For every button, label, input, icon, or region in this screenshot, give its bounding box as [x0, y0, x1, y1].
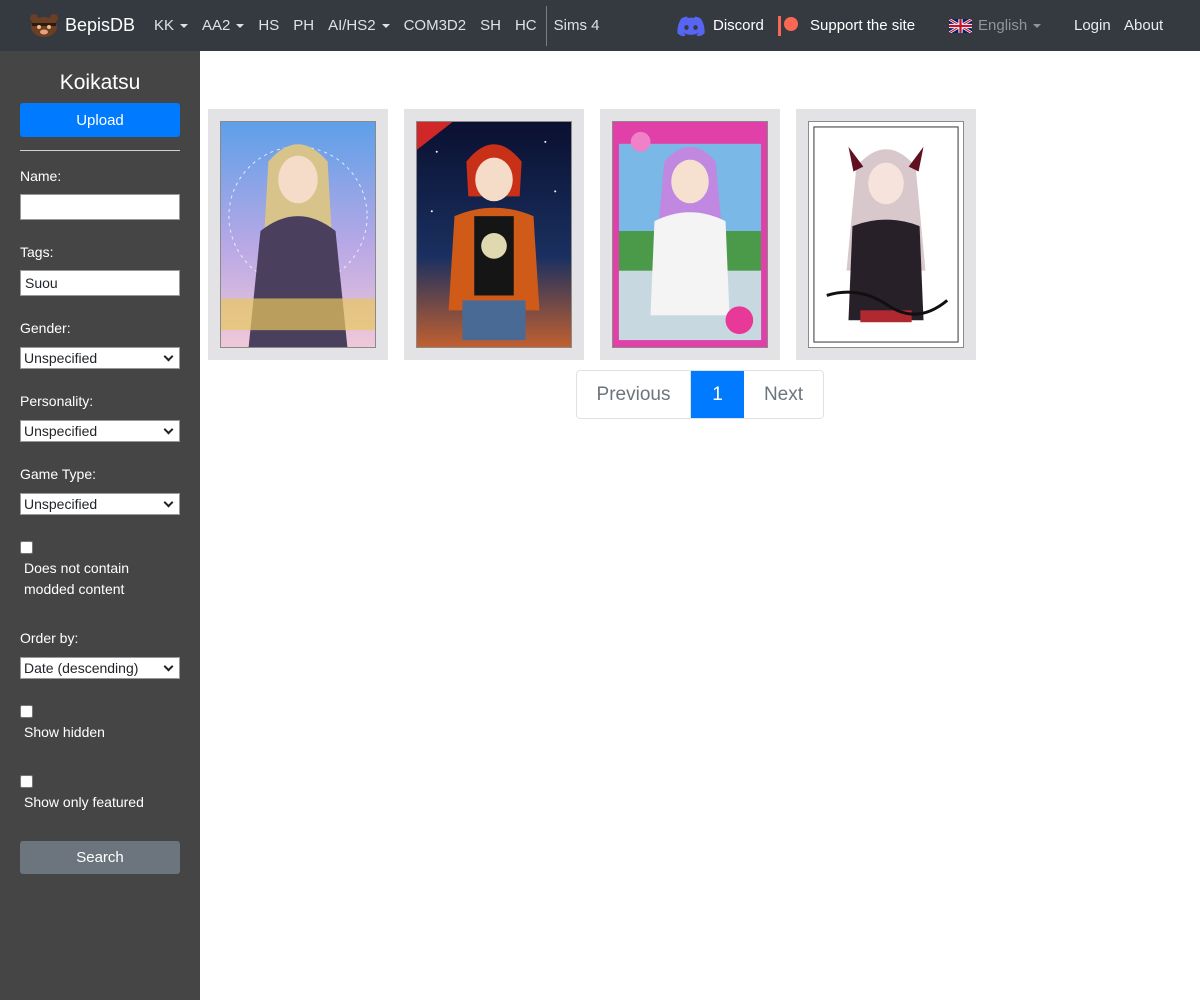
caret-down-icon: [381, 23, 390, 28]
top-navbar: BepisDB KK AA2 HS PH AI/HS2 COM3D2 SH HC…: [0, 0, 1200, 51]
next-page-button[interactable]: Next: [744, 371, 823, 418]
about-link[interactable]: About: [1124, 0, 1163, 51]
nav-aihs2-label: AI/HS2: [328, 17, 376, 34]
nav-aa2-dropdown[interactable]: AA2: [195, 0, 251, 51]
nav-sh-label: SH: [480, 17, 501, 34]
chevron-down-icon: [163, 351, 174, 362]
nav-sims4-link[interactable]: Sims 4: [547, 0, 607, 51]
nav-hs-label: HS: [258, 17, 280, 34]
page-1-button[interactable]: 1: [691, 371, 744, 418]
gender-label: Gender:: [20, 320, 71, 336]
character-card[interactable]: [404, 109, 584, 360]
upload-button[interactable]: Upload: [20, 103, 180, 137]
nav-hs-link[interactable]: HS: [251, 0, 286, 51]
login-label: Login: [1074, 17, 1111, 34]
language-label: English: [978, 17, 1028, 34]
nav-sh-link[interactable]: SH: [473, 0, 508, 51]
nav-sims4-label: Sims 4: [553, 17, 600, 34]
nav-hc-label: HC: [514, 17, 537, 34]
support-label: Support the site: [810, 17, 916, 34]
previous-page-button[interactable]: Previous: [577, 371, 691, 418]
chevron-down-icon: [163, 661, 174, 672]
about-label: About: [1124, 17, 1164, 34]
no-modded-label: Does not contain modded content: [24, 560, 130, 597]
support-link[interactable]: Support the site: [778, 0, 915, 51]
card-thumbnail: [220, 121, 376, 348]
nav-com3d2-link[interactable]: COM3D2: [397, 0, 474, 51]
tags-label: Tags:: [20, 244, 54, 260]
personality-value: Unspecified: [24, 423, 98, 439]
nav-com3d2-label: COM3D2: [403, 17, 467, 34]
brand-name: BepisDB: [65, 14, 136, 35]
uk-flag-icon: [949, 18, 972, 33]
bepis-logo-icon: [30, 14, 58, 37]
show-featured-checkbox[interactable]: [20, 775, 33, 788]
card-thumbnail: [416, 121, 572, 348]
discord-label: Discord: [713, 17, 764, 34]
brand-link[interactable]: BepisDB: [28, 12, 135, 38]
nav-ph-label: PH: [293, 17, 315, 34]
nav-aa2-label: AA2: [202, 17, 231, 34]
pagination: Previous 1 Next: [576, 370, 824, 419]
gender-value: Unspecified: [24, 350, 98, 366]
nav-kk-dropdown[interactable]: KK: [147, 0, 195, 51]
tags-input[interactable]: [20, 270, 180, 296]
nav-hc-link[interactable]: HC: [508, 0, 544, 51]
character-card[interactable]: [208, 109, 388, 360]
game-type-value: Unspecified: [24, 496, 98, 512]
card-thumbnail: [808, 121, 964, 348]
no-modded-checkbox[interactable]: [20, 541, 33, 554]
nav-aihs2-dropdown[interactable]: AI/HS2: [321, 0, 397, 51]
chevron-down-icon: [163, 424, 174, 435]
game-type-label: Game Type:: [20, 466, 97, 482]
patreon-icon: [778, 15, 798, 36]
language-dropdown[interactable]: English: [949, 0, 1042, 51]
card-thumbnail: [612, 121, 768, 348]
show-hidden-checkbox[interactable]: [20, 705, 33, 718]
show-hidden-label: Show hidden: [24, 724, 105, 740]
nav-ph-link[interactable]: PH: [286, 0, 321, 51]
nav-links: KK AA2 HS PH AI/HS2 COM3D2 SH HC Sims 4: [147, 0, 606, 51]
chevron-down-icon: [163, 497, 174, 508]
card-image-2: [417, 122, 571, 347]
card-image-4: [809, 122, 963, 347]
nav-kk-label: KK: [154, 17, 175, 34]
caret-down-icon: [236, 23, 245, 28]
discord-link[interactable]: Discord: [677, 0, 764, 51]
order-label: Order by:: [20, 630, 79, 646]
character-card[interactable]: [600, 109, 780, 360]
name-input[interactable]: [20, 194, 180, 220]
sidebar-divider: [20, 150, 180, 151]
discord-icon: [677, 16, 705, 36]
caret-down-icon: [1033, 23, 1042, 28]
login-link[interactable]: Login: [1074, 0, 1111, 51]
caret-down-icon: [180, 23, 189, 28]
personality-label: Personality:: [20, 393, 94, 409]
character-card[interactable]: [796, 109, 976, 360]
personality-select[interactable]: Unspecified: [20, 420, 180, 442]
name-label: Name:: [20, 168, 62, 184]
sidebar-title: Koikatsu: [59, 71, 141, 94]
card-image-3: [613, 122, 767, 347]
order-value: Date (descending): [24, 660, 139, 676]
search-button[interactable]: Search: [20, 841, 180, 874]
game-type-select[interactable]: Unspecified: [20, 493, 180, 515]
filter-sidebar: Koikatsu Upload Name: Tags: Gender: Unsp…: [0, 51, 200, 1000]
show-featured-label: Show only featured: [24, 794, 144, 810]
order-select[interactable]: Date (descending): [20, 657, 180, 679]
gender-select[interactable]: Unspecified: [20, 347, 180, 369]
card-image-1: [221, 122, 375, 347]
